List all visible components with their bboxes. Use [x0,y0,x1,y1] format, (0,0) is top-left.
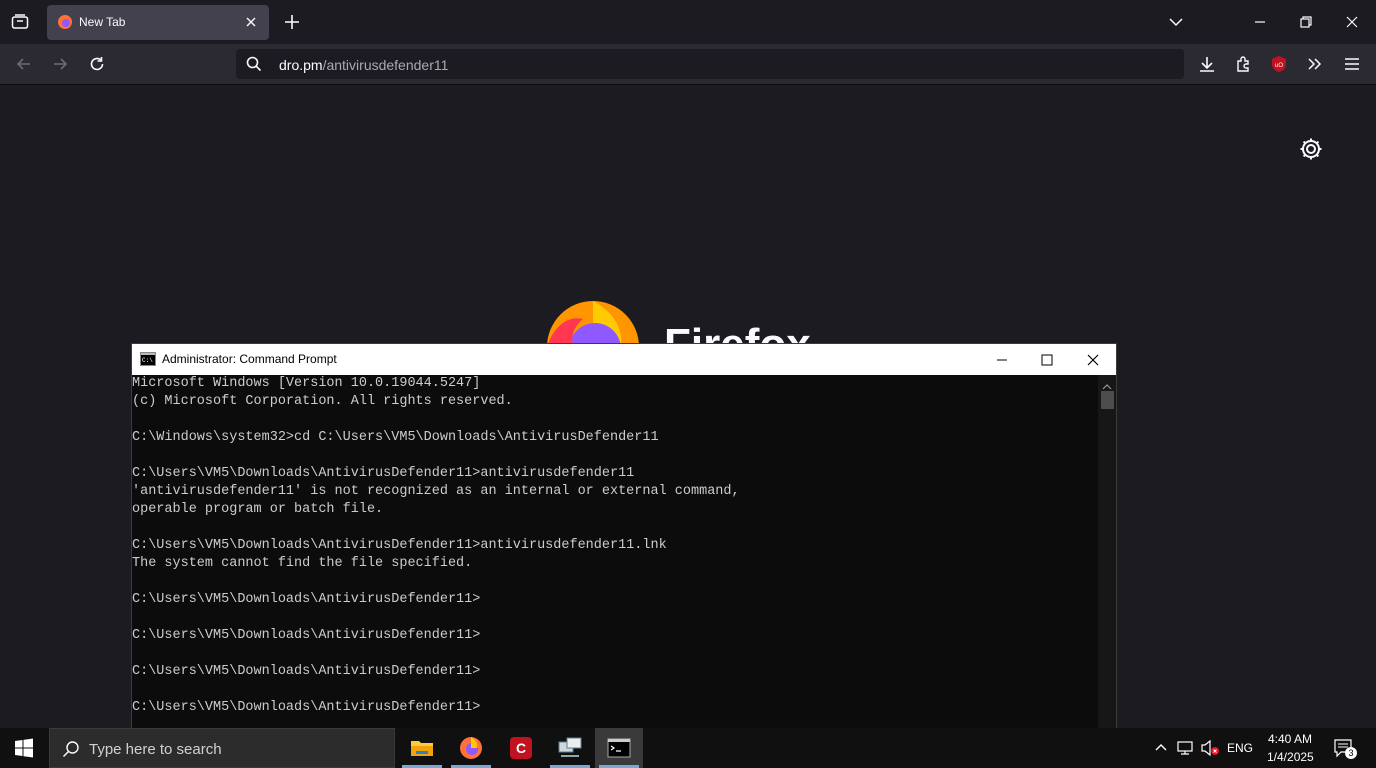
console-line: operable program or batch file. [132,502,384,517]
folder-icon [411,741,433,756]
ccleaner-icon: C [510,737,532,759]
cmd-app-icon: C:\ [140,352,156,366]
restore-window-icon[interactable] [1296,12,1316,32]
minimize-window-icon[interactable] [1250,12,1270,32]
overflow-chevron-icon[interactable] [1303,52,1327,76]
volume-muted-icon[interactable] [1200,739,1220,757]
console-line: C:\Users\VM5\Downloads\AntivirusDefender… [132,592,481,607]
network-computers-icon [558,737,582,757]
svg-text:C: C [516,740,526,756]
console-line: Microsoft Windows [Version 10.0.19044.52… [132,376,481,391]
maximize-window-icon[interactable] [1037,350,1057,370]
taskbar-search-box[interactable]: Type here to search [49,728,395,768]
search-icon [246,56,262,72]
downloads-icon[interactable] [1195,52,1219,76]
taskbar-firefox[interactable] [447,728,495,768]
firefox-wordmark: Firefox [664,319,811,343]
ublock-origin-icon[interactable]: uO [1267,52,1291,76]
cmd-title: Administrator: Command Prompt [162,352,337,366]
navigation-bar: dro.pm/antivirusdefender11 uO [0,44,1376,85]
search-icon [62,740,80,758]
network-icon[interactable] [1176,740,1194,756]
firefox-icon [460,737,482,759]
cmd-console-output[interactable]: Microsoft Windows [Version 10.0.19044.52… [132,375,1098,728]
close-window-icon[interactable] [1083,350,1103,370]
scroll-up-arrow-icon[interactable] [1102,378,1112,390]
console-line: C:\Windows\system32>cd C:\Users\VM5\Down… [132,430,659,445]
console-line: C:\Users\VM5\Downloads\AntivirusDefender… [132,538,667,553]
close-tab-icon[interactable] [243,14,259,30]
tab-title: New Tab [79,15,126,29]
reload-icon[interactable] [85,52,109,76]
console-line: C:\Users\VM5\Downloads\AntivirusDefender… [132,700,481,715]
console-line: 'antivirusdefender11' is not recognized … [132,484,740,499]
taskbar-command-prompt[interactable] [595,728,643,768]
clock-date[interactable]: 1/4/2025 [1267,750,1314,764]
gear-icon[interactable] [1298,136,1324,162]
cmd-scrollbar[interactable] [1098,375,1116,728]
taskbar-ccleaner[interactable]: C [497,728,545,768]
command-prompt-window[interactable]: C:\ Administrator: Command Prompt Micros… [131,343,1117,728]
firefox-tab-icon [57,14,73,30]
windows-taskbar: Type here to search C ENG 4:40 AM 1/4/20… [0,728,1376,768]
taskbar-network-app[interactable] [546,728,594,768]
console-line: C:\Users\VM5\Downloads\AntivirusDefender… [132,664,481,679]
tab-bar: New Tab [0,0,1376,44]
windows-start-icon[interactable] [14,738,34,758]
extensions-icon[interactable] [1232,52,1256,76]
cmd-icon [607,738,631,758]
search-placeholder: Type here to search [89,741,222,758]
close-window-icon[interactable] [1342,12,1362,32]
console-line: (c) Microsoft Corporation. All rights re… [132,394,513,409]
cmd-titlebar[interactable]: C:\ Administrator: Command Prompt [132,344,1116,375]
input-language[interactable]: ENG [1227,741,1253,755]
url-host: dro.pm [279,57,323,73]
tab-new-tab[interactable]: New Tab [47,5,269,40]
console-line: C:\Users\VM5\Downloads\AntivirusDefender… [132,628,481,643]
svg-text:C:\: C:\ [142,357,153,364]
svg-text:uO: uO [1275,63,1283,69]
clock-time[interactable]: 4:40 AM [1268,732,1312,746]
forward-arrow-icon[interactable] [48,52,72,76]
url-path: /antivirusdefender11 [322,57,449,73]
back-arrow-icon[interactable] [12,52,36,76]
firefox-logo [543,297,643,345]
tab-list-icon[interactable] [10,12,30,32]
url-bar[interactable]: dro.pm/antivirusdefender11 [236,49,1184,79]
new-tab-icon[interactable] [282,12,302,32]
list-all-tabs-icon[interactable] [1166,12,1186,32]
action-center-icon[interactable]: 3 [1333,738,1357,760]
notification-count-badge: 3 [1345,747,1357,759]
console-line: The system cannot find the file specifie… [132,556,473,571]
url-text[interactable]: dro.pm/antivirusdefender11 [279,57,448,73]
show-hidden-icons-chevron-icon[interactable] [1153,740,1169,756]
hamburger-menu-icon[interactable] [1340,52,1364,76]
cmd-scrollbar-thumb[interactable] [1101,391,1114,409]
taskbar-file-explorer[interactable] [398,728,446,768]
minimize-window-icon[interactable] [992,350,1012,370]
console-line: C:\Users\VM5\Downloads\AntivirusDefender… [132,466,635,481]
